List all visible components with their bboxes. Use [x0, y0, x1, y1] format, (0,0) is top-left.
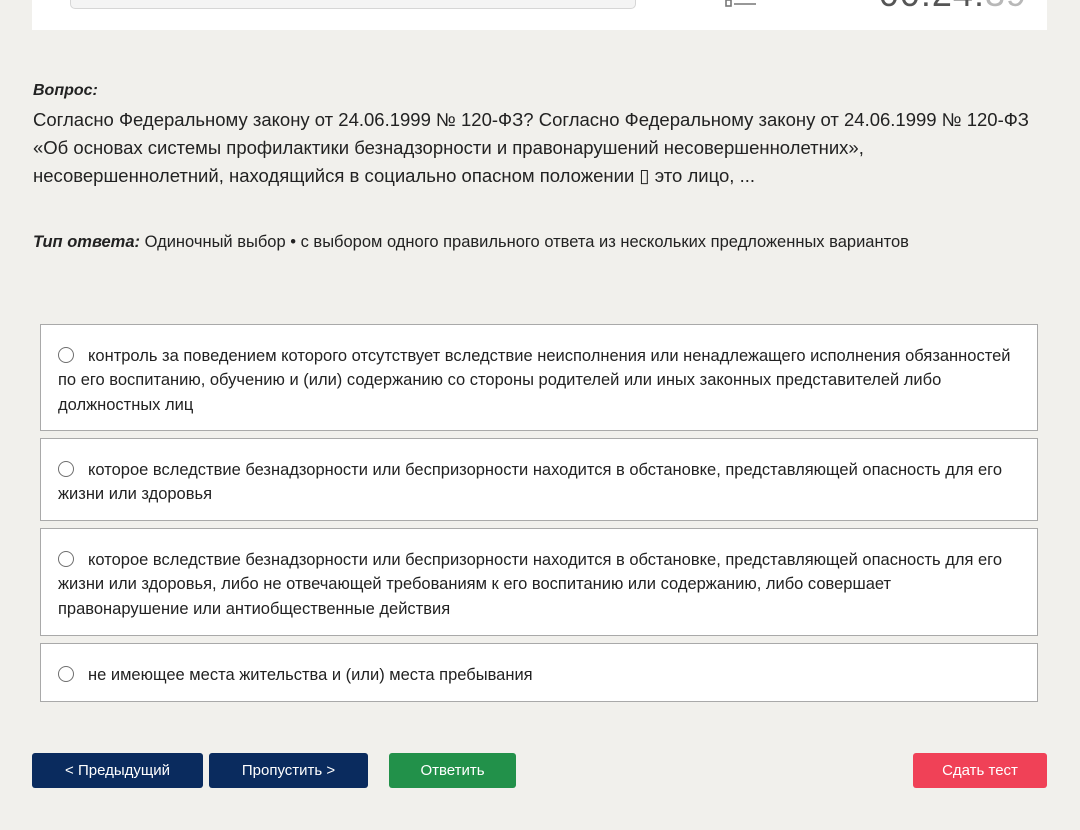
previous-button[interactable]: < Предыдущий	[32, 753, 203, 788]
radio-button[interactable]	[58, 347, 74, 363]
timer-main: 00:24:	[879, 0, 985, 14]
question-label: Вопрос:	[33, 82, 98, 99]
radio-button[interactable]	[58, 461, 74, 477]
answer-option-text: не имеющее места жительства и (или) мест…	[88, 666, 533, 684]
answer-option-text: которое вследствие безнадзорности или бе…	[58, 551, 1003, 618]
answer-option-3[interactable]: которое вследствие безнадзорности или бе…	[40, 528, 1038, 636]
answer-option-2[interactable]: которое вследствие безнадзорности или бе…	[40, 438, 1038, 521]
answer-type: Тип ответа: Одиночный выбор • с выбором …	[33, 231, 909, 253]
timer-seconds: 39	[985, 0, 1027, 14]
radio-button[interactable]	[58, 551, 74, 567]
skip-button[interactable]: Пропустить >	[209, 753, 368, 788]
answer-button[interactable]: Ответить	[389, 753, 516, 788]
submit-test-button[interactable]: Сдать тест	[913, 753, 1047, 788]
top-panel: 00:24:39	[32, 0, 1047, 30]
timer: 00:24:39	[879, 0, 1027, 14]
question-text: Согласно Федеральному закону от 24.06.19…	[33, 109, 1029, 186]
answer-type-value: Одиночный выбор • с выбором одного прави…	[140, 233, 909, 251]
radio-button[interactable]	[58, 666, 74, 682]
answer-option-1[interactable]: контроль за поведением которого отсутств…	[40, 324, 1038, 431]
question-list-icon[interactable]	[724, 0, 764, 8]
answer-option-4[interactable]: не имеющее места жительства и (или) мест…	[40, 643, 1038, 702]
progress-bar	[70, 0, 636, 9]
answer-option-text: которое вследствие безнадзорности или бе…	[58, 461, 1003, 504]
answer-type-label: Тип ответа:	[33, 233, 141, 251]
answer-option-text: контроль за поведением которого отсутств…	[58, 347, 1011, 414]
